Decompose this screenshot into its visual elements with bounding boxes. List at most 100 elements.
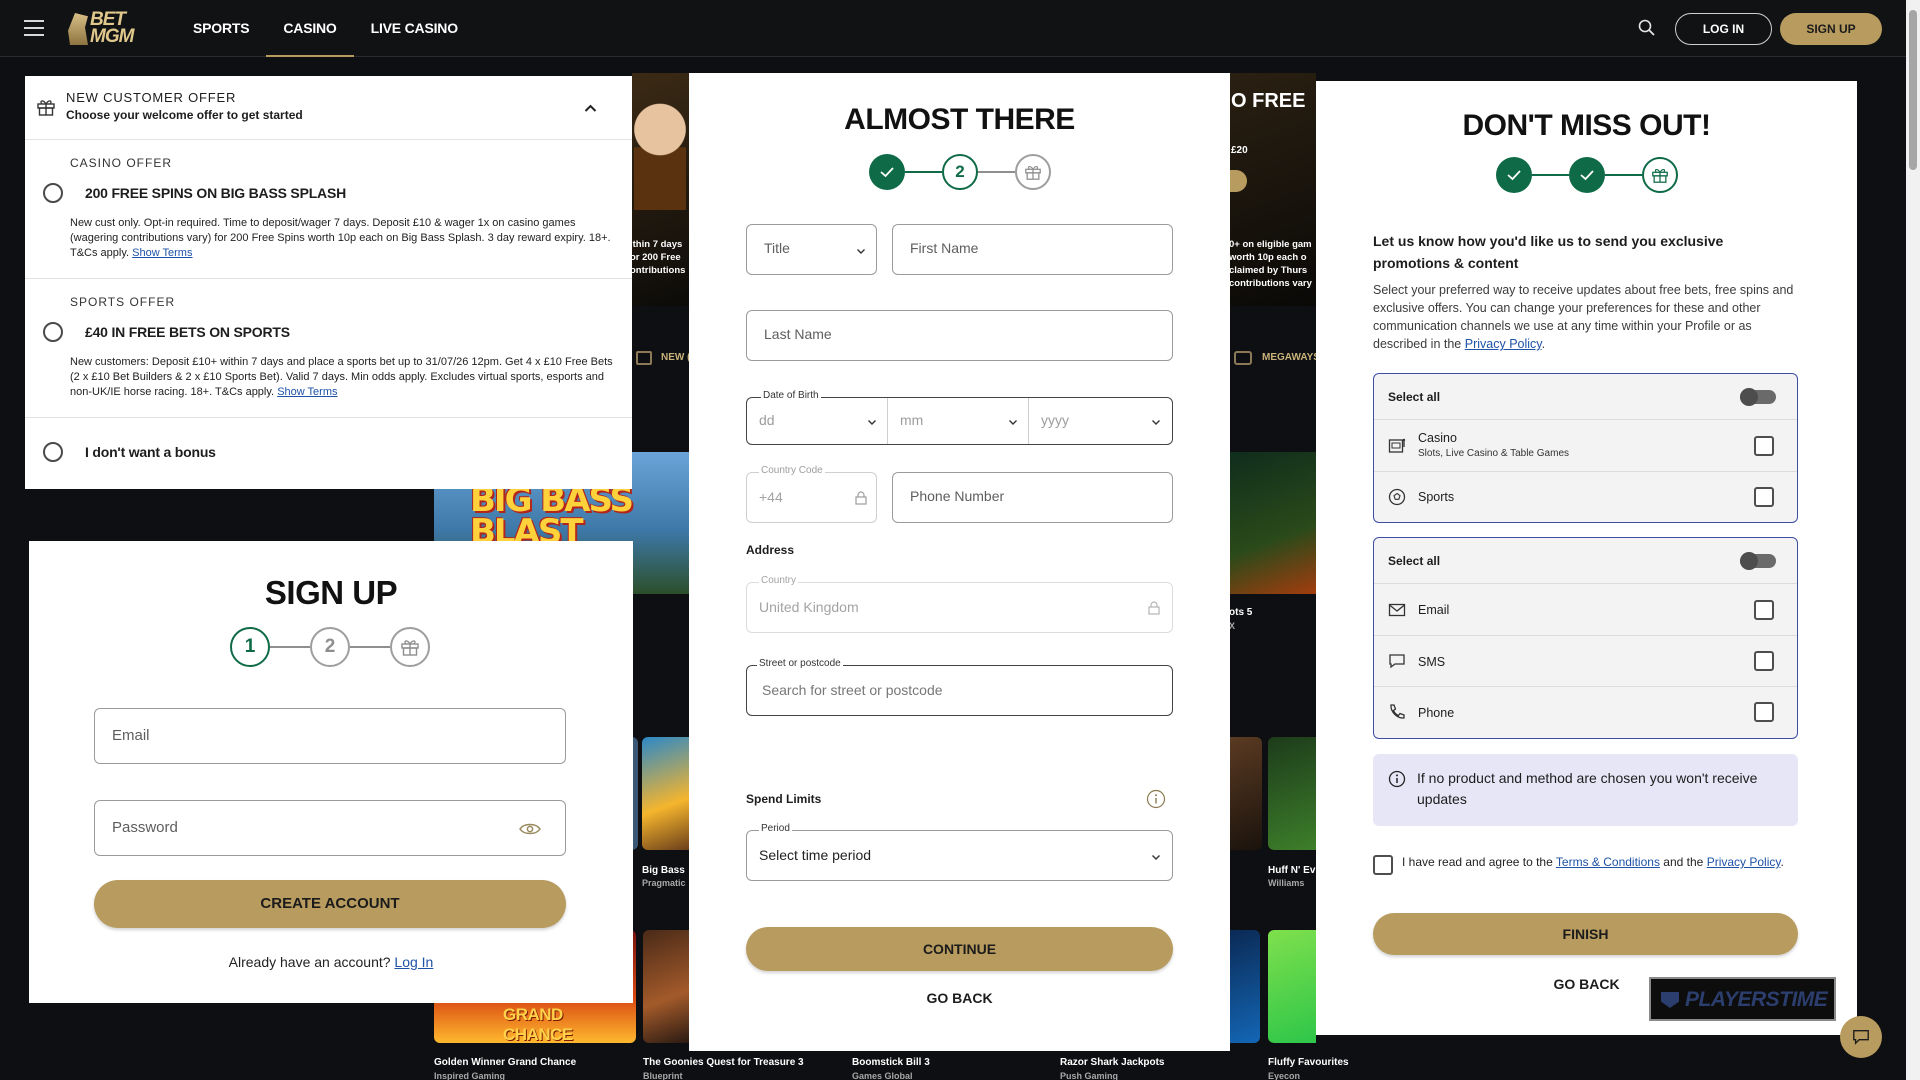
email-preference-checkbox[interactable] — [1754, 600, 1774, 620]
strip-label-megaways[interactable]: MEGAWAYS — [1262, 352, 1320, 363]
right-tile-2-sub: Williams — [1268, 878, 1305, 888]
sports-show-terms-link[interactable]: Show Terms — [277, 386, 337, 398]
stepper-line — [270, 646, 310, 648]
game-tile-right-row3a[interactable] — [1230, 737, 1262, 850]
product-select-all-row[interactable]: Select all — [1374, 374, 1797, 420]
step-1-complete — [1496, 157, 1532, 193]
lion-logo-icon — [68, 13, 88, 45]
no-bonus-option[interactable]: I don't want a bonus — [25, 418, 632, 488]
search-icon[interactable] — [1638, 19, 1655, 36]
menu-icon[interactable] — [24, 20, 44, 36]
betmgm-logo[interactable]: BET MGM — [68, 9, 140, 47]
almost-there-title: ALMOST THERE — [844, 103, 1075, 136]
nav-link-live-casino[interactable]: LIVE CASINO — [354, 0, 475, 57]
product-select-all-toggle[interactable] — [1740, 388, 1776, 406]
nav-link-casino[interactable]: CASINO — [266, 0, 354, 57]
scrollbar-thumb[interactable] — [1909, 10, 1917, 170]
casino-offer-option[interactable]: CASINO OFFER 200 FREE SPINS ON BIG BASS … — [25, 140, 632, 279]
offer-header[interactable]: NEW CUSTOMER OFFER Choose your welcome o… — [25, 76, 632, 140]
big-bass-logo: BIG BASS BLAST — [470, 483, 660, 549]
email-preference-label: Email — [1418, 603, 1450, 617]
finish-button[interactable]: FINISH — [1373, 913, 1798, 955]
stepper-line — [905, 171, 942, 173]
sms-preference-checkbox[interactable] — [1754, 651, 1774, 671]
bottom-tile-4-sub: Push Gaming — [1060, 1071, 1119, 1080]
game-tile-big-bass[interactable] — [642, 737, 689, 850]
password-field[interactable]: Password — [94, 800, 566, 856]
email-field[interactable]: Email — [94, 708, 566, 764]
logo-text-bottom: MGM — [90, 26, 134, 47]
no-preference-info-box: If no product and method are chosen you … — [1373, 754, 1798, 826]
sports-offer-kicker: SPORTS OFFER — [70, 295, 176, 309]
create-account-button[interactable]: CREATE ACCOUNT — [94, 880, 566, 928]
terms-privacy-link[interactable]: Privacy Policy — [1707, 855, 1781, 869]
casino-preference-row[interactable]: Casino Slots, Live Casino & Table Games — [1374, 420, 1797, 472]
dob-day-select[interactable]: dd — [747, 398, 888, 444]
no-bonus-radio[interactable] — [43, 442, 63, 462]
sports-offer-radio[interactable] — [43, 322, 63, 342]
lock-icon — [855, 491, 867, 505]
casino-show-terms-link[interactable]: Show Terms — [132, 247, 192, 259]
strip-label-new[interactable]: NEW ( — [661, 352, 690, 363]
watermark-text: PLAYERSTIME — [1685, 988, 1828, 1011]
chat-button[interactable] — [1840, 1016, 1882, 1058]
login-link[interactable]: Log In — [394, 954, 433, 970]
login-prompt-text: Already have an account? — [228, 954, 391, 970]
nav-link-sports[interactable]: SPORTS — [176, 0, 266, 57]
game-tile-huff-n-even[interactable] — [1268, 737, 1316, 850]
street-postcode-field[interactable]: Street or postcode Search for street or … — [746, 658, 1173, 716]
signup-step1-panel: SIGN UP 1 2 Email Password CREATE ACCOUN… — [29, 541, 633, 1003]
last-name-field[interactable]: Last Name — [746, 310, 1173, 361]
continue-button[interactable]: CONTINUE — [746, 927, 1173, 971]
phone-number-field[interactable]: Phone Number — [892, 472, 1173, 523]
signup-stepper: 1 2 — [230, 627, 430, 667]
dob-month-select[interactable]: mm — [888, 398, 1029, 444]
phone-preference-label: Phone — [1418, 706, 1455, 720]
casino-preference-checkbox[interactable] — [1754, 436, 1774, 456]
sports-preference-checkbox[interactable] — [1754, 487, 1774, 507]
almost-stepper: 2 — [869, 154, 1051, 194]
sms-preference-row[interactable]: SMS — [1374, 636, 1797, 687]
step-3-gift-indicator — [1015, 154, 1051, 190]
mail-icon — [1388, 603, 1406, 617]
login-button[interactable]: LOG IN — [1675, 13, 1772, 45]
phone-icon — [1390, 704, 1405, 719]
chevron-up-icon[interactable] — [584, 102, 597, 115]
title-select[interactable]: Title — [746, 224, 877, 275]
no-preference-info-text: If no product and method are chosen you … — [1417, 770, 1758, 807]
casino-offer-radio[interactable] — [43, 183, 63, 203]
game-tile-right-1[interactable] — [1230, 452, 1316, 594]
game-tile-fluffy-favourites[interactable] — [1268, 930, 1316, 1043]
phone-preference-row[interactable]: Phone — [1374, 687, 1797, 738]
privacy-policy-link[interactable]: Privacy Policy — [1465, 337, 1542, 351]
mid-tile-title: Big Bass — [642, 865, 685, 876]
info-icon[interactable] — [1146, 789, 1166, 809]
almost-go-back-button[interactable]: GO BACK — [689, 990, 1230, 1006]
country-field: Country United Kingdom — [746, 575, 1173, 633]
football-icon — [1388, 488, 1406, 506]
email-preference-row[interactable]: Email — [1374, 584, 1797, 636]
game-tile-goonies[interactable] — [643, 930, 689, 1043]
terms-checkbox[interactable] — [1373, 855, 1393, 875]
phone-preference-checkbox[interactable] — [1754, 702, 1774, 722]
terms-conditions-link[interactable]: Terms & Conditions — [1556, 855, 1660, 869]
sports-offer-option[interactable]: SPORTS OFFER £40 IN FREE BETS ON SPORTS … — [25, 279, 632, 418]
dob-year-select[interactable]: yyyy — [1029, 398, 1172, 444]
period-value: Select time period — [759, 847, 872, 863]
channel-select-all-toggle[interactable] — [1740, 552, 1776, 570]
dob-year-placeholder: yyyy — [1041, 412, 1069, 428]
check-icon — [1580, 170, 1594, 181]
channel-select-all-row[interactable]: Select all — [1374, 538, 1797, 584]
chevron-down-icon — [1152, 420, 1160, 425]
sports-preference-row[interactable]: Sports — [1374, 472, 1797, 522]
street-label: Street or postcode — [757, 658, 843, 669]
bottom-tile-1-title: Golden Winner Grand Chance — [434, 1057, 577, 1068]
period-select[interactable]: Period Select time period — [746, 823, 1173, 881]
address-label: Address — [746, 543, 795, 557]
game-tile-razor-shark[interactable] — [1230, 930, 1260, 1043]
signup-button[interactable]: SIGN UP — [1780, 13, 1882, 45]
preferences-description-text: Select your preferred way to receive upd… — [1373, 283, 1794, 351]
eye-icon[interactable] — [519, 822, 541, 836]
first-name-field[interactable]: First Name — [892, 224, 1173, 275]
casino-offer-desc: New cust only. Opt-in required. Time to … — [70, 216, 615, 261]
